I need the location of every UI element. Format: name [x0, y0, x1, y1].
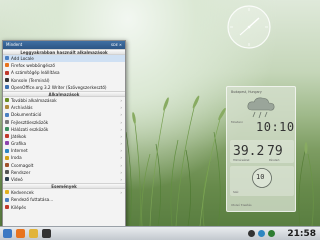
globe-icon: [5, 56, 9, 61]
menu-item-label: Archiválás: [11, 105, 33, 111]
chevron-right-icon: ›: [120, 119, 122, 125]
tools-icon: [5, 119, 9, 124]
chevron-right-icon: ›: [120, 169, 122, 175]
menu-item-label: Kedvencek: [11, 190, 34, 196]
weather-footer: Utolsó frissítés: [231, 203, 252, 207]
terminal-icon: [5, 77, 9, 82]
star-icon: [5, 190, 9, 195]
humidity-caption: Páratart.: [269, 159, 281, 162]
writer-icon: [5, 85, 9, 90]
video-icon: [5, 177, 9, 182]
temperature-caption: Hőmérséklet: [233, 159, 250, 162]
tray-volume-icon[interactable]: [248, 230, 255, 237]
chevron-right-icon: ›: [120, 162, 122, 168]
menu-item[interactable]: Csomagolt ›: [3, 162, 125, 169]
menu-item-label: A számítógép leállítása: [11, 70, 60, 76]
package-icon: [5, 162, 9, 167]
application-menu[interactable]: Mindent SDE ✕ Leggyakrabban használt alk…: [2, 40, 126, 227]
menu-item-label: További alkalmazások: [11, 97, 57, 103]
menu-item[interactable]: Iroda ›: [3, 154, 125, 161]
chevron-right-icon: ›: [120, 112, 122, 118]
run-icon: [5, 197, 9, 202]
chevron-right-icon: ›: [120, 155, 122, 161]
menu-item[interactable]: Internet ›: [3, 147, 125, 154]
menu-item[interactable]: Rendszer ›: [3, 169, 125, 176]
kmenu-icon[interactable]: [3, 229, 12, 238]
menu-item[interactable]: Add Locale: [3, 55, 125, 63]
menu-item-label: Játékok: [11, 133, 27, 139]
archive-icon: [5, 105, 9, 110]
menu-item-label: Konsole (Terminál): [11, 77, 50, 83]
menu-item[interactable]: Rendező futtatása...: [3, 196, 125, 203]
menu-item[interactable]: Hálózati eszközök ›: [3, 126, 125, 133]
taskbar-clock[interactable]: 21:58: [287, 227, 316, 240]
menu-item-label: Videó: [11, 177, 23, 182]
tray-update-icon[interactable]: [268, 230, 275, 237]
menu-item-label: Rendező futtatása...: [11, 197, 54, 203]
menu-item[interactable]: Kilépés: [3, 204, 125, 211]
taskbar: 21:58: [0, 226, 320, 240]
terminal-icon[interactable]: [42, 229, 51, 238]
menu-item-label: Firefox webböngésző: [11, 63, 55, 69]
power-icon: [5, 70, 9, 75]
weather-temperature: 39.2: [233, 144, 265, 159]
games-icon: [5, 134, 9, 139]
menu-item-label: Iroda: [11, 155, 22, 161]
menu-item[interactable]: Játékok ›: [3, 133, 125, 140]
menu-item[interactable]: A számítógép leállítása: [3, 69, 125, 76]
chevron-right-icon: ›: [120, 105, 122, 111]
firefox-icon: [5, 63, 9, 68]
office-icon: [5, 155, 9, 160]
graphics-icon: [5, 141, 9, 146]
weather-humidity: 79: [267, 144, 283, 159]
network-icon: [5, 126, 9, 131]
menu-item-label: Fejlesztőeszközök: [11, 119, 49, 125]
menu-item-label: Rendszer: [11, 169, 31, 175]
menu-item-label: Kilépés: [11, 204, 27, 210]
rain-cloud-icon: [247, 97, 275, 119]
menu-header: Mindent SDE ✕: [3, 41, 125, 49]
menu-item-label: Internet: [11, 148, 28, 154]
system-icon: [5, 170, 9, 175]
menu-header-controls[interactable]: SDE ✕: [111, 41, 122, 49]
menu-item[interactable]: További alkalmazások ›: [3, 97, 125, 104]
weather-widget[interactable]: Budapest, Hungary Mostani 10:10 39.2 79 …: [226, 86, 296, 212]
menu-item-label: OpenOffice.org 3.2 Writer (Szövegszerkes…: [11, 84, 107, 90]
firefox-icon[interactable]: [16, 229, 25, 238]
weather-time: 10:10: [256, 120, 295, 134]
logout-icon: [5, 204, 9, 209]
menu-item[interactable]: Videó ›: [3, 176, 125, 183]
weather-current-label: Mostani: [231, 120, 243, 124]
wind-caption: Szél: [233, 191, 239, 194]
menu-item[interactable]: Konsole (Terminál): [3, 77, 125, 84]
menu-item[interactable]: Firefox webböngésző: [3, 62, 125, 69]
menu-item-label: Add Locale: [11, 56, 34, 61]
clock-widget[interactable]: [226, 4, 272, 50]
menu-item-label: Hálózati eszközök: [11, 126, 49, 132]
menu-item[interactable]: Fejlesztőeszközök ›: [3, 119, 125, 126]
tray-network-icon[interactable]: [258, 230, 265, 237]
menu-item-label: Grafika: [11, 141, 27, 147]
wind-speed: 10: [256, 173, 265, 181]
menu-item[interactable]: Archiválás ›: [3, 104, 125, 111]
menu-item[interactable]: Kedvencek ›: [3, 189, 125, 196]
apps-icon: [5, 98, 9, 103]
chevron-right-icon: ›: [120, 97, 122, 103]
menu-header-title: Mindent: [6, 42, 23, 47]
chevron-right-icon: ›: [120, 141, 122, 147]
chevron-right-icon: ›: [120, 190, 122, 196]
chevron-right-icon: ›: [120, 133, 122, 139]
chevron-right-icon: ›: [120, 148, 122, 154]
menu-item[interactable]: OpenOffice.org 3.2 Writer (Szövegszerkes…: [3, 84, 125, 91]
chevron-right-icon: ›: [120, 126, 122, 132]
folder-icon[interactable]: [29, 229, 38, 238]
menu-item[interactable]: Grafika ›: [3, 140, 125, 147]
menu-item-label: Csomagolt: [11, 162, 34, 168]
document-icon: [5, 112, 9, 117]
menu-item[interactable]: Dokumentáció ›: [3, 111, 125, 118]
internet-icon: [5, 148, 9, 153]
weather-location: Budapest, Hungary: [231, 90, 262, 94]
menu-item-label: Dokumentáció: [11, 112, 42, 118]
chevron-right-icon: ›: [120, 177, 122, 182]
